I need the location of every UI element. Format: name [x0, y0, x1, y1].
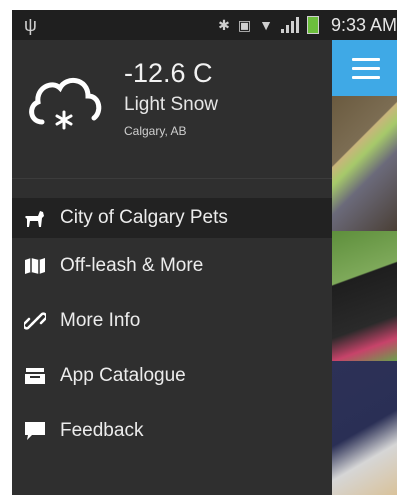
drawer-item-label: City of Calgary Pets	[60, 207, 228, 228]
status-time: 9:33 AM	[330, 15, 397, 35]
drawer-divider	[12, 178, 332, 179]
link-icon	[24, 310, 46, 332]
app-bar	[332, 40, 397, 96]
battery-icon	[307, 16, 319, 34]
drawer-item-app-catalogue[interactable]: App Catalogue	[12, 348, 332, 403]
phone-screen: ψ ✱ ▣ ▼ 9:33 AM -12.6 C Light Snow Calga…	[12, 10, 397, 495]
drawer-item-label: App Catalogue	[60, 364, 186, 386]
bluetooth-icon: ✱	[218, 16, 230, 33]
signal-icon	[281, 17, 299, 33]
drawer-item-feedback[interactable]: Feedback	[12, 403, 332, 458]
chat-bubble-icon	[24, 420, 46, 442]
drawer-item-city-of-calgary-pets[interactable]: City of Calgary Pets	[12, 198, 332, 238]
drawer-menu: City of Calgary Pets Off-leash & More Mo…	[12, 198, 332, 458]
weather-condition: Light Snow	[124, 94, 219, 115]
pet-photo-2[interactable]	[332, 231, 397, 361]
drawer-item-label: More Info	[60, 309, 141, 331]
hamburger-icon[interactable]	[352, 58, 380, 80]
weather-location: Calgary, AB	[124, 124, 187, 138]
drawer-item-more-info[interactable]: More Info	[12, 293, 332, 348]
pet-photo-3[interactable]	[332, 361, 397, 495]
dog-icon	[24, 207, 46, 229]
usb-icon: ψ	[24, 15, 37, 35]
drawer-item-off-leash[interactable]: Off-leash & More	[12, 238, 332, 293]
weather-temperature: -12.6 C	[124, 58, 213, 88]
main-content-peek	[332, 40, 397, 495]
wifi-icon: ▼	[259, 17, 273, 33]
drawer-item-label: Feedback	[60, 419, 144, 441]
pet-photo-1[interactable]	[332, 96, 397, 231]
status-bar: ψ ✱ ▣ ▼ 9:33 AM	[12, 10, 397, 40]
status-icons: ✱ ▣ ▼	[218, 16, 319, 34]
weather-header: -12.6 C Light Snow Calgary, AB	[12, 40, 332, 165]
drawer-item-label: Off-leash & More	[60, 254, 204, 276]
map-icon	[24, 255, 46, 277]
navigation-drawer: -12.6 C Light Snow Calgary, AB City of C…	[12, 40, 332, 495]
cloud-snow-icon	[29, 78, 102, 130]
nfc-icon: ▣	[237, 16, 252, 33]
inbox-icon	[24, 365, 46, 387]
